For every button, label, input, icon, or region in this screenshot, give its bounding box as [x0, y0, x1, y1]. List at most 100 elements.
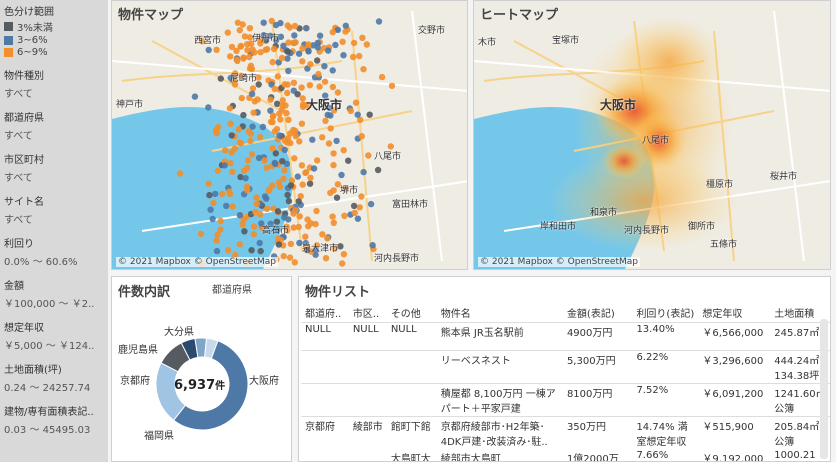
property-dot[interactable]: [358, 193, 365, 200]
property-dot[interactable]: [240, 111, 247, 119]
vertical-scrollbar[interactable]: [820, 319, 828, 459]
property-dot[interactable]: [224, 29, 231, 36]
filter-property-type[interactable]: 物件種別 すべて: [4, 67, 104, 100]
legend-item-high[interactable]: 6~9%: [4, 47, 104, 58]
property-dot[interactable]: [209, 215, 216, 223]
col-header-yield[interactable]: 利回り(表記): [632, 303, 698, 323]
property-dot[interactable]: [229, 203, 236, 210]
property-dot[interactable]: [316, 83, 323, 90]
property-dot[interactable]: [341, 212, 348, 219]
property-dot[interactable]: [256, 134, 264, 141]
property-dot[interactable]: [287, 240, 295, 248]
property-dot[interactable]: [284, 89, 291, 97]
property-dot[interactable]: [214, 231, 221, 238]
property-dot[interactable]: [250, 109, 257, 116]
property-dot[interactable]: [197, 230, 205, 238]
property-dot[interactable]: [251, 49, 258, 56]
property-dot[interactable]: [298, 120, 306, 127]
property-dot[interactable]: [337, 243, 344, 250]
property-dot[interactable]: [340, 251, 348, 258]
property-dot[interactable]: [309, 136, 316, 143]
property-dot[interactable]: [263, 46, 271, 53]
property-dot[interactable]: [329, 67, 336, 74]
filter-value[interactable]: 0.03 ～ 45495.03: [4, 421, 104, 436]
property-dot[interactable]: [284, 48, 291, 55]
property-dot[interactable]: [213, 247, 221, 255]
property-dot[interactable]: [327, 189, 334, 196]
property-dot[interactable]: [291, 259, 298, 266]
property-dot[interactable]: [378, 73, 386, 81]
property-dot[interactable]: [281, 214, 288, 221]
property-dot[interactable]: [244, 157, 252, 164]
col-header-city[interactable]: 市区..: [349, 303, 387, 323]
property-dot[interactable]: [263, 164, 270, 171]
property-dot[interactable]: [360, 168, 367, 176]
property-dot[interactable]: [240, 167, 248, 174]
property-dot[interactable]: [345, 157, 352, 164]
property-dot[interactable]: [223, 202, 230, 210]
property-dot[interactable]: [225, 247, 232, 254]
property-dot[interactable]: [327, 112, 334, 119]
property-dot[interactable]: [325, 47, 332, 54]
property-dot[interactable]: [342, 28, 349, 35]
property-dot[interactable]: [227, 120, 234, 128]
donut-chart[interactable]: [112, 277, 293, 462]
property-dot[interactable]: [278, 54, 286, 62]
property-dot[interactable]: [259, 123, 267, 131]
property-dot[interactable]: [322, 117, 329, 125]
table-row[interactable]: リーベスネスト 5,300万円 6.22% ￥3,296,600 444.24㎡…: [301, 350, 830, 384]
property-dot[interactable]: [281, 137, 288, 144]
property-dot[interactable]: [218, 190, 226, 198]
property-dot[interactable]: [354, 215, 362, 222]
property-dot[interactable]: [305, 223, 312, 230]
filter-value[interactable]: すべて: [4, 127, 104, 142]
filter-site-name[interactable]: サイト名 すべて: [4, 193, 104, 226]
property-dot[interactable]: [388, 82, 396, 90]
property-dot[interactable]: [290, 79, 298, 87]
property-dot[interactable]: [248, 90, 256, 98]
property-dot[interactable]: [295, 223, 302, 231]
property-dot[interactable]: [237, 140, 245, 147]
property-dot[interactable]: [261, 193, 269, 200]
property-dot[interactable]: [342, 22, 349, 29]
property-dot[interactable]: [291, 155, 298, 162]
property-dot[interactable]: [350, 39, 358, 47]
property-dot[interactable]: [229, 168, 236, 175]
property-dot[interactable]: [212, 190, 219, 198]
property-dot[interactable]: [269, 118, 276, 126]
heat-map[interactable]: 宝塚市 木市 大阪市 八尾市 橿原市 岸和田市 和泉市 河内長野市 御所市 桜井…: [474, 1, 830, 269]
property-dot[interactable]: [222, 147, 229, 154]
property-dot[interactable]: [290, 39, 297, 47]
property-dot[interactable]: [304, 216, 311, 223]
property-map-canvas[interactable]: [112, 1, 467, 269]
property-dot[interactable]: [329, 213, 336, 220]
property-dot[interactable]: [299, 58, 306, 65]
property-dot[interactable]: [314, 44, 321, 51]
property-dot[interactable]: [228, 43, 236, 51]
filter-value[interactable]: ￥100,000 ～ ￥2..: [4, 295, 104, 310]
property-dot[interactable]: [302, 233, 309, 240]
property-dot[interactable]: [206, 191, 213, 199]
property-dot[interactable]: [257, 49, 264, 56]
property-dot[interactable]: [273, 125, 281, 133]
property-dot[interactable]: [284, 191, 291, 199]
filter-value[interactable]: 0.0% ～ 60.6%: [4, 253, 104, 268]
property-dot[interactable]: [338, 171, 345, 179]
property-dot[interactable]: [347, 107, 354, 115]
property-dot[interactable]: [319, 231, 326, 238]
property-dot[interactable]: [291, 22, 299, 30]
filter-value[interactable]: 0.24 ～ 24257.74: [4, 379, 104, 394]
property-dot[interactable]: [221, 162, 228, 169]
property-dot[interactable]: [250, 231, 257, 238]
filter-prefecture[interactable]: 都道府県 すべて: [4, 109, 104, 142]
property-dot[interactable]: [285, 116, 292, 124]
legend-item-mid[interactable]: 3~6%: [4, 35, 104, 46]
property-dot[interactable]: [330, 161, 337, 169]
property-dot[interactable]: [272, 160, 279, 167]
property-dot[interactable]: [339, 260, 346, 267]
property-dot[interactable]: [299, 95, 306, 102]
property-dot[interactable]: [234, 57, 241, 65]
property-dot[interactable]: [226, 190, 234, 198]
property-dot[interactable]: [279, 158, 286, 165]
property-dot[interactable]: [239, 221, 246, 228]
